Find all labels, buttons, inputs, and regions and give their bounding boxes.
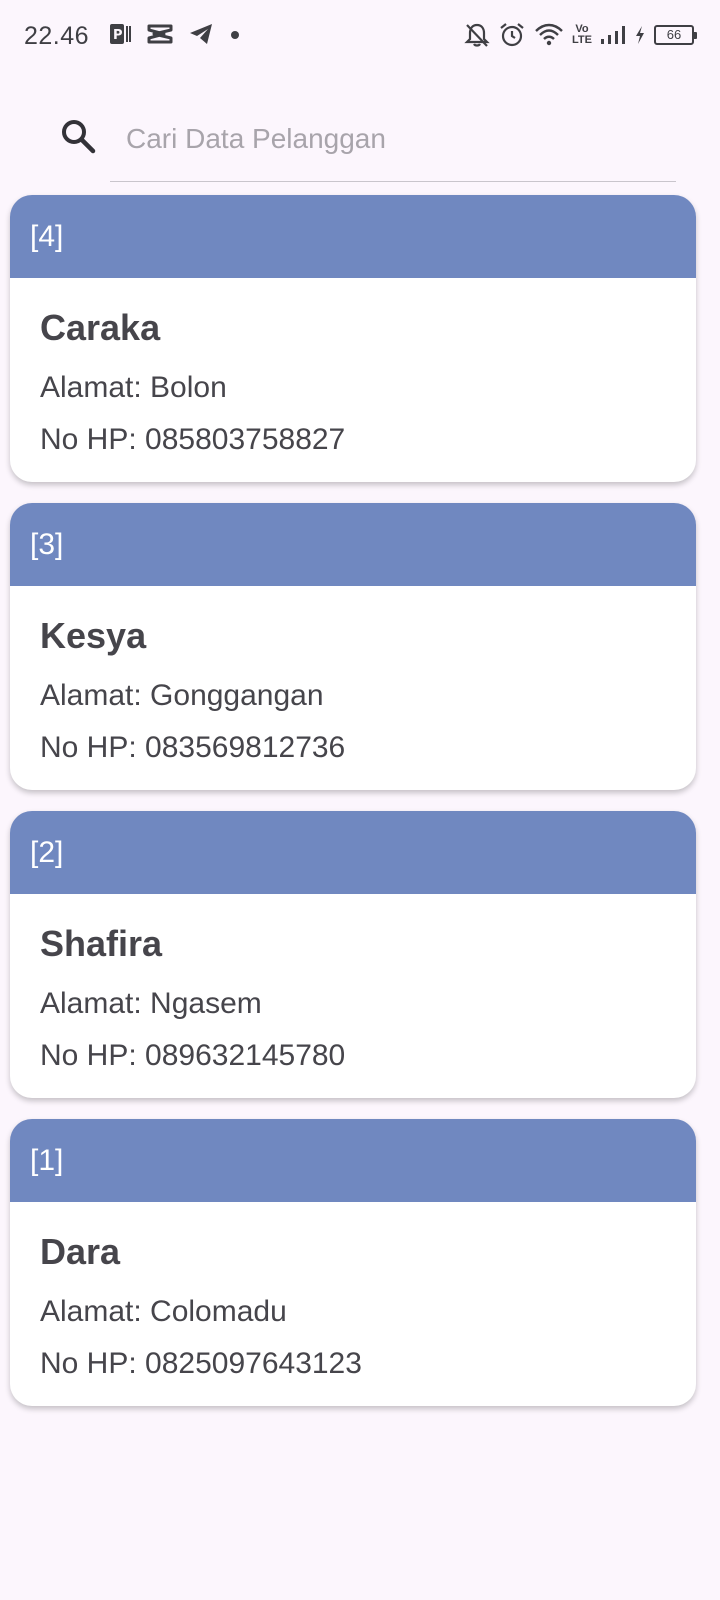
bell-off-icon xyxy=(464,22,490,48)
address-label: Alamat: xyxy=(40,371,151,404)
customer-phone-line: No HP: 089632145780 xyxy=(40,1030,696,1082)
customer-phone-line: No HP: 0825097643123 xyxy=(40,1338,696,1390)
customer-card[interactable]: [1] Dara Alamat: Colomadu No HP: 0825097… xyxy=(10,1119,696,1406)
card-body: Kesya Alamat: Gonggangan No HP: 08356981… xyxy=(10,586,696,774)
customer-card[interactable]: [3] Kesya Alamat: Gonggangan No HP: 0835… xyxy=(10,503,696,790)
phone-label: No HP: xyxy=(40,1039,146,1072)
customer-name: Dara xyxy=(40,1231,121,1272)
phone-label: No HP: xyxy=(40,1347,146,1380)
svg-text:P: P xyxy=(113,28,123,43)
customer-address-line: Alamat: Colomadu xyxy=(40,1286,696,1338)
customer-address-line: Alamat: Gonggangan xyxy=(40,670,696,722)
customer-name: Shafira xyxy=(40,923,163,964)
customer-phone: 089632145780 xyxy=(145,1039,346,1072)
customer-address-line: Alamat: Bolon xyxy=(40,362,696,414)
card-header: [4] xyxy=(10,195,696,278)
card-header: [1] xyxy=(10,1119,696,1202)
customer-id: [4] xyxy=(30,219,64,253)
signal-icon xyxy=(600,23,626,47)
customer-address-line: Alamat: Ngasem xyxy=(40,978,696,1030)
status-time: 22.46 xyxy=(24,22,90,50)
search-bar xyxy=(0,96,720,186)
customer-phone: 083569812736 xyxy=(145,731,346,764)
address-label: Alamat: xyxy=(40,679,151,712)
customer-id: [2] xyxy=(30,835,64,869)
alarm-icon xyxy=(498,22,526,48)
volte-indicator: Vo LTE xyxy=(572,24,592,46)
address-label: Alamat: xyxy=(40,987,151,1020)
wifi-icon xyxy=(534,22,564,48)
customer-id: [3] xyxy=(30,527,64,561)
customer-phone-line: No HP: 083569812736 xyxy=(40,722,696,774)
notification-dot-icon xyxy=(228,22,242,46)
card-body: Caraka Alamat: Bolon No HP: 085803758827 xyxy=(10,278,696,466)
battery-icon: 66 xyxy=(654,25,697,45)
card-body: Dara Alamat: Colomadu No HP: 08250976431… xyxy=(10,1202,696,1390)
customer-address: Bolon xyxy=(150,371,227,404)
customer-address: Colomadu xyxy=(150,1295,287,1328)
customer-list: [4] Caraka Alamat: Bolon No HP: 08580375… xyxy=(10,195,696,1427)
customer-address: Ngasem xyxy=(150,987,262,1020)
customer-id: [1] xyxy=(30,1143,64,1177)
card-body: Shafira Alamat: Ngasem No HP: 0896321457… xyxy=(10,894,696,1082)
status-bar: 22.46 P Vo LTE 66 xyxy=(0,0,720,76)
capcut-icon xyxy=(146,22,174,46)
customer-phone-line: No HP: 085803758827 xyxy=(40,414,696,466)
customer-name: Caraka xyxy=(40,307,161,348)
customer-card[interactable]: [4] Caraka Alamat: Bolon No HP: 08580375… xyxy=(10,195,696,482)
customer-phone: 085803758827 xyxy=(145,423,346,456)
phone-label: No HP: xyxy=(40,423,146,456)
status-left-icons: P xyxy=(108,22,242,46)
customer-phone: 0825097643123 xyxy=(145,1347,362,1380)
volte-bottom: LTE xyxy=(572,34,592,46)
status-right-icons: Vo LTE 66 xyxy=(464,22,697,48)
phone-label: No HP: xyxy=(40,731,146,764)
card-header: [3] xyxy=(10,503,696,586)
telegram-icon xyxy=(188,22,214,46)
customer-address: Gonggangan xyxy=(150,679,324,712)
address-label: Alamat: xyxy=(40,1295,151,1328)
charging-icon xyxy=(634,23,646,47)
card-header: [2] xyxy=(10,811,696,894)
parking-app-icon: P xyxy=(108,22,132,46)
customer-card[interactable]: [2] Shafira Alamat: Ngasem No HP: 089632… xyxy=(10,811,696,1098)
search-icon[interactable] xyxy=(58,116,98,161)
search-input[interactable] xyxy=(110,96,676,182)
customer-name: Kesya xyxy=(40,615,147,656)
